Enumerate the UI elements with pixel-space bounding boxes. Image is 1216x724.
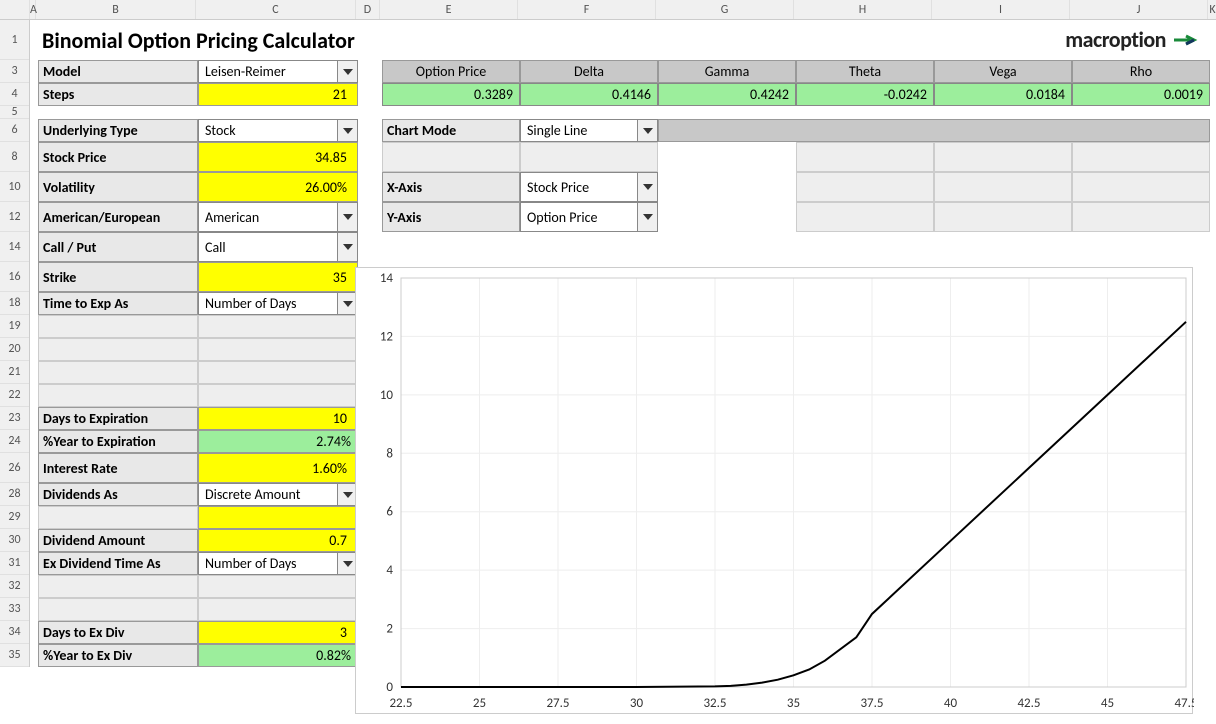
out-rho: 0.0019 [1072, 83, 1210, 106]
stockprice-label: Stock Price [38, 142, 198, 172]
out-gamma: 0.4242 [658, 83, 796, 106]
daysexp-label: Days to Expiration [38, 407, 198, 430]
chart-area: 0 2 4 6 8 10 12 14 22.5 25 27.5 30 32.5 35 37.5 40 42.5 4… [355, 267, 1193, 714]
chevron-down-icon [337, 233, 357, 261]
svg-text:40: 40 [944, 696, 958, 711]
out-theta: -0.0242 [796, 83, 934, 106]
out-hdr-delta: Delta [520, 60, 658, 83]
svg-text:47.5: 47.5 [1174, 696, 1194, 711]
svg-text:10: 10 [380, 388, 394, 403]
rate-label: Interest Rate [38, 453, 198, 483]
out-hdr-price: Option Price [382, 60, 520, 83]
svg-text:8: 8 [386, 446, 393, 461]
svg-text:6: 6 [386, 505, 393, 520]
rate-input[interactable]: 1.60% [198, 453, 358, 483]
model-dropdown[interactable]: Leisen-Reimer [198, 60, 358, 83]
svg-text:45: 45 [1101, 696, 1114, 711]
pctyearexdiv-value: 0.82% [198, 644, 358, 667]
strike-input[interactable]: 35 [198, 262, 358, 292]
out-hdr-rho: Rho [1072, 60, 1210, 83]
xaxis-dropdown[interactable]: Stock Price [520, 172, 658, 202]
steps-input[interactable]: 21 [198, 83, 358, 106]
volatility-label: Volatility [38, 172, 198, 202]
svg-text:22.5: 22.5 [389, 696, 412, 711]
model-label: Model [38, 60, 198, 83]
yaxis-label: Y-Axis [382, 202, 520, 232]
pctyearexp-value: 2.74% [198, 430, 358, 453]
strike-label: Strike [38, 262, 198, 292]
daysexdiv-input[interactable]: 3 [198, 621, 358, 644]
page-title: Binomial Option Pricing Calculator [38, 20, 1208, 60]
svg-text:42.5: 42.5 [1017, 696, 1040, 711]
out-vega: 0.0184 [934, 83, 1072, 106]
chartmode-label: Chart Mode [382, 119, 520, 142]
chevron-down-icon [637, 120, 657, 141]
ameu-label: American/European [38, 202, 198, 232]
svg-text:12: 12 [380, 329, 394, 344]
out-hdr-vega: Vega [934, 60, 1072, 83]
divas-dropdown[interactable]: Discrete Amount [198, 483, 358, 506]
exdivas-label: Ex Dividend Time As [38, 552, 198, 575]
daysexp-input[interactable]: 10 [198, 407, 358, 430]
svg-text:0: 0 [386, 680, 393, 695]
svg-text:37.5: 37.5 [860, 696, 883, 711]
chevron-down-icon [337, 293, 357, 314]
out-hdr-gamma: Gamma [658, 60, 796, 83]
steps-label: Steps [38, 83, 198, 106]
pctyearexp-label: %Year to Expiration [38, 430, 198, 453]
out-price: 0.3289 [382, 83, 520, 106]
timeas-label: Time to Exp As [38, 292, 198, 315]
yaxis-dropdown[interactable]: Option Price [520, 202, 658, 232]
chevron-down-icon [337, 61, 357, 82]
divas-label: Dividends As [38, 483, 198, 506]
underlying-dropdown[interactable]: Stock [198, 119, 358, 142]
daysexdiv-label: Days to Ex Div [38, 621, 198, 644]
row-headers: 1 3 4 5 6 8 10 12 14 16 18 19 20 21 22 2… [0, 20, 30, 667]
out-delta: 0.4146 [520, 83, 658, 106]
callput-label: Call / Put [38, 232, 198, 262]
chevron-down-icon [337, 484, 357, 505]
svg-text:30: 30 [630, 696, 644, 711]
column-headers: A B C D E F G H I J K [0, 0, 1216, 20]
chevron-down-icon [337, 203, 357, 231]
svg-text:32.5: 32.5 [703, 696, 726, 711]
chartmode-dropdown[interactable]: Single Line [520, 119, 658, 142]
callput-dropdown[interactable]: Call [198, 232, 358, 262]
svg-text:14: 14 [380, 271, 394, 286]
svg-text:35: 35 [787, 696, 800, 711]
brand-logo: macroption [1065, 26, 1200, 53]
chevron-down-icon [337, 120, 357, 141]
svg-text:25: 25 [473, 696, 486, 711]
underlying-label: Underlying Type [38, 119, 198, 142]
timeas-dropdown[interactable]: Number of Days [198, 292, 358, 315]
svg-text:27.5: 27.5 [546, 696, 569, 711]
ameu-dropdown[interactable]: American [198, 202, 358, 232]
chart-gray-bar [658, 119, 1210, 142]
exdivas-dropdown[interactable]: Number of Days [198, 552, 358, 575]
chevron-down-icon [637, 173, 657, 201]
out-hdr-theta: Theta [796, 60, 934, 83]
volatility-input[interactable]: 26.00% [198, 172, 358, 202]
divamt-input[interactable]: 0.7 [198, 529, 358, 552]
pctyearexdiv-label: %Year to Ex Div [38, 644, 198, 667]
svg-text:4: 4 [386, 563, 393, 578]
xaxis-label: X-Axis [382, 172, 520, 202]
svg-text:2: 2 [386, 622, 393, 637]
divamt-label: Dividend Amount [38, 529, 198, 552]
chevron-down-icon [637, 203, 657, 231]
chevron-down-icon [337, 553, 357, 574]
stockprice-input[interactable]: 34.85 [198, 142, 358, 172]
